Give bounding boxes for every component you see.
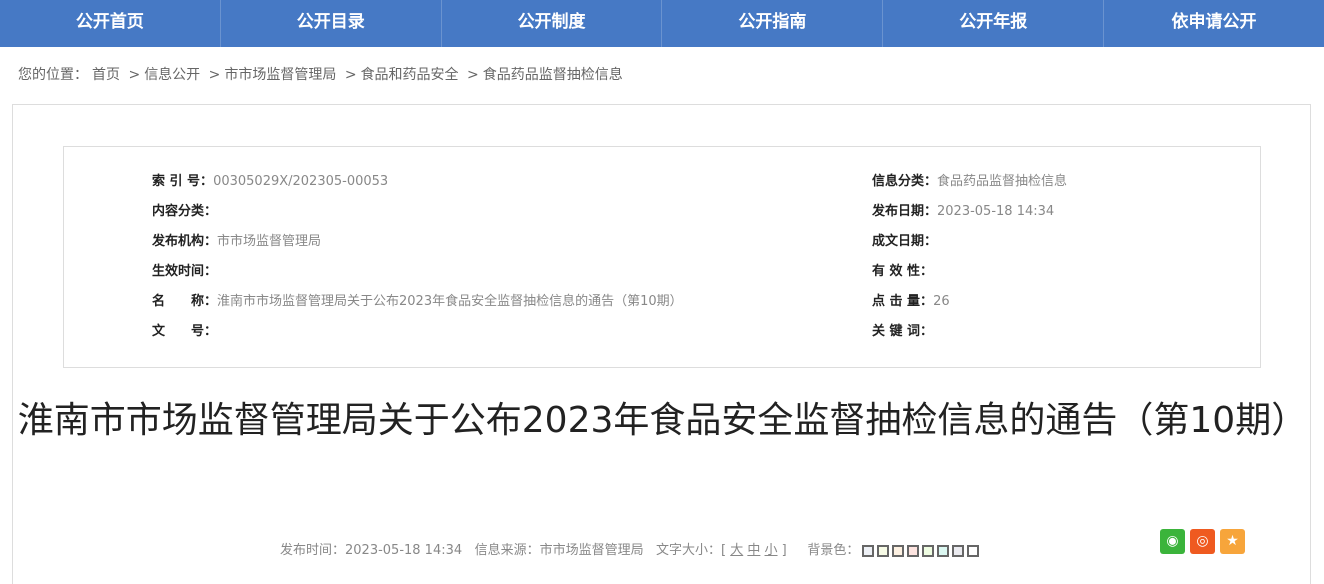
meta-row: 有 效 性： [872,264,934,279]
bg-color-label: 背景色： [807,543,860,558]
font-size-end: ] [781,543,787,558]
font-size-label: 文字大小：[ [655,543,727,558]
breadcrumb: 您的位置： 首页 > 信息公开 > 市市场监督管理局 > 食品和药品安全 > 食品药品监督… [0,47,1324,104]
meta-row: 关 键 词： [872,324,934,339]
crumb-inspection[interactable]: 食品药品监督抽检信息 [483,67,623,83]
meta-row: 生效时间： [152,264,218,279]
content-box: 索 引 号：00305029X/202305-00053 内容分类： 发布机构：… [12,104,1311,584]
crumb-sep: > [208,67,221,83]
meta-table: 索 引 号：00305029X/202305-00053 内容分类： 发布机构：… [63,146,1261,368]
favorite-star-icon[interactable]: ★ [1220,529,1245,554]
info-source: 信息来源：市市场监督管理局 [474,543,644,558]
bg-color-swatch[interactable] [922,544,935,557]
crumb-food[interactable]: 食品和药品安全 [361,67,459,83]
crumb-sep: > [344,67,357,83]
bg-swatches [859,543,980,558]
meta-left: 索 引 号：00305029X/202305-00053 内容分类： 发布机构：… [152,171,683,351]
meta-row: 文 号： [152,324,218,339]
nav-annual-report[interactable]: 公开年报 [883,0,1105,47]
nav-home[interactable]: 公开首页 [0,0,221,47]
bg-color-swatch[interactable] [862,544,875,557]
nav-apply[interactable]: 依申请公开 [1104,0,1324,47]
font-mid-button[interactable]: 中 [747,543,760,558]
meta-row: 成文日期： [872,234,938,249]
meta-right: 信息分类：食品药品监督抽检信息 发布日期：2023-05-18 14:34 成文… [872,171,1067,351]
bg-color-swatch[interactable] [937,544,950,557]
crumb-home[interactable]: 首页 [92,67,120,83]
bg-color-swatch[interactable] [952,544,965,557]
crumb-sep: > [467,67,479,83]
bg-color-swatch[interactable] [892,544,905,557]
meta-row: 点 击 量：26 [872,294,950,309]
wechat-share-icon[interactable]: ◉ [1160,529,1185,554]
bg-color-swatch[interactable] [907,544,920,557]
nav-system[interactable]: 公开制度 [442,0,663,47]
nav-catalog[interactable]: 公开目录 [221,0,442,47]
crumb-sep: > [128,67,141,83]
meta-row: 索 引 号：00305029X/202305-00053 [152,174,389,189]
meta-row: 发布机构：市市场监督管理局 [152,234,322,249]
font-big-button[interactable]: 大 [730,543,743,558]
crumb-bureau[interactable]: 市市场监督管理局 [224,67,336,83]
breadcrumb-prefix: 您的位置： [18,67,88,83]
bg-color-swatch[interactable] [877,544,890,557]
meta-row: 发布日期：2023-05-18 14:34 [872,204,1055,219]
weibo-share-icon[interactable]: ◎ [1190,529,1215,554]
nav-guide[interactable]: 公开指南 [662,0,884,47]
meta-row: 内容分类： [152,204,218,219]
meta-row: 名 称：淮南市市场监督管理局关于公布2023年食品安全监督抽检信息的通告（第10… [152,294,683,309]
article-title: 淮南市市场监督管理局关于公布2023年食品安全监督抽检信息的通告（第10期） [17,400,1308,441]
bg-color-swatch[interactable] [967,544,980,557]
share-buttons: ◉ ◎ ★ [1160,529,1245,554]
font-small-button[interactable]: 小 [765,543,778,558]
meta-row: 信息分类：食品药品监督抽检信息 [872,174,1068,189]
article-info: 发布时间：2023-05-18 14:34 信息来源：市市场监督管理局 文字大小… [280,539,980,558]
publish-time: 发布时间：2023-05-18 14:34 [280,543,463,558]
top-nav: 公开首页 公开目录 公开制度 公开指南 公开年报 依申请公开 [0,0,1324,47]
crumb-info[interactable]: 信息公开 [144,67,200,83]
